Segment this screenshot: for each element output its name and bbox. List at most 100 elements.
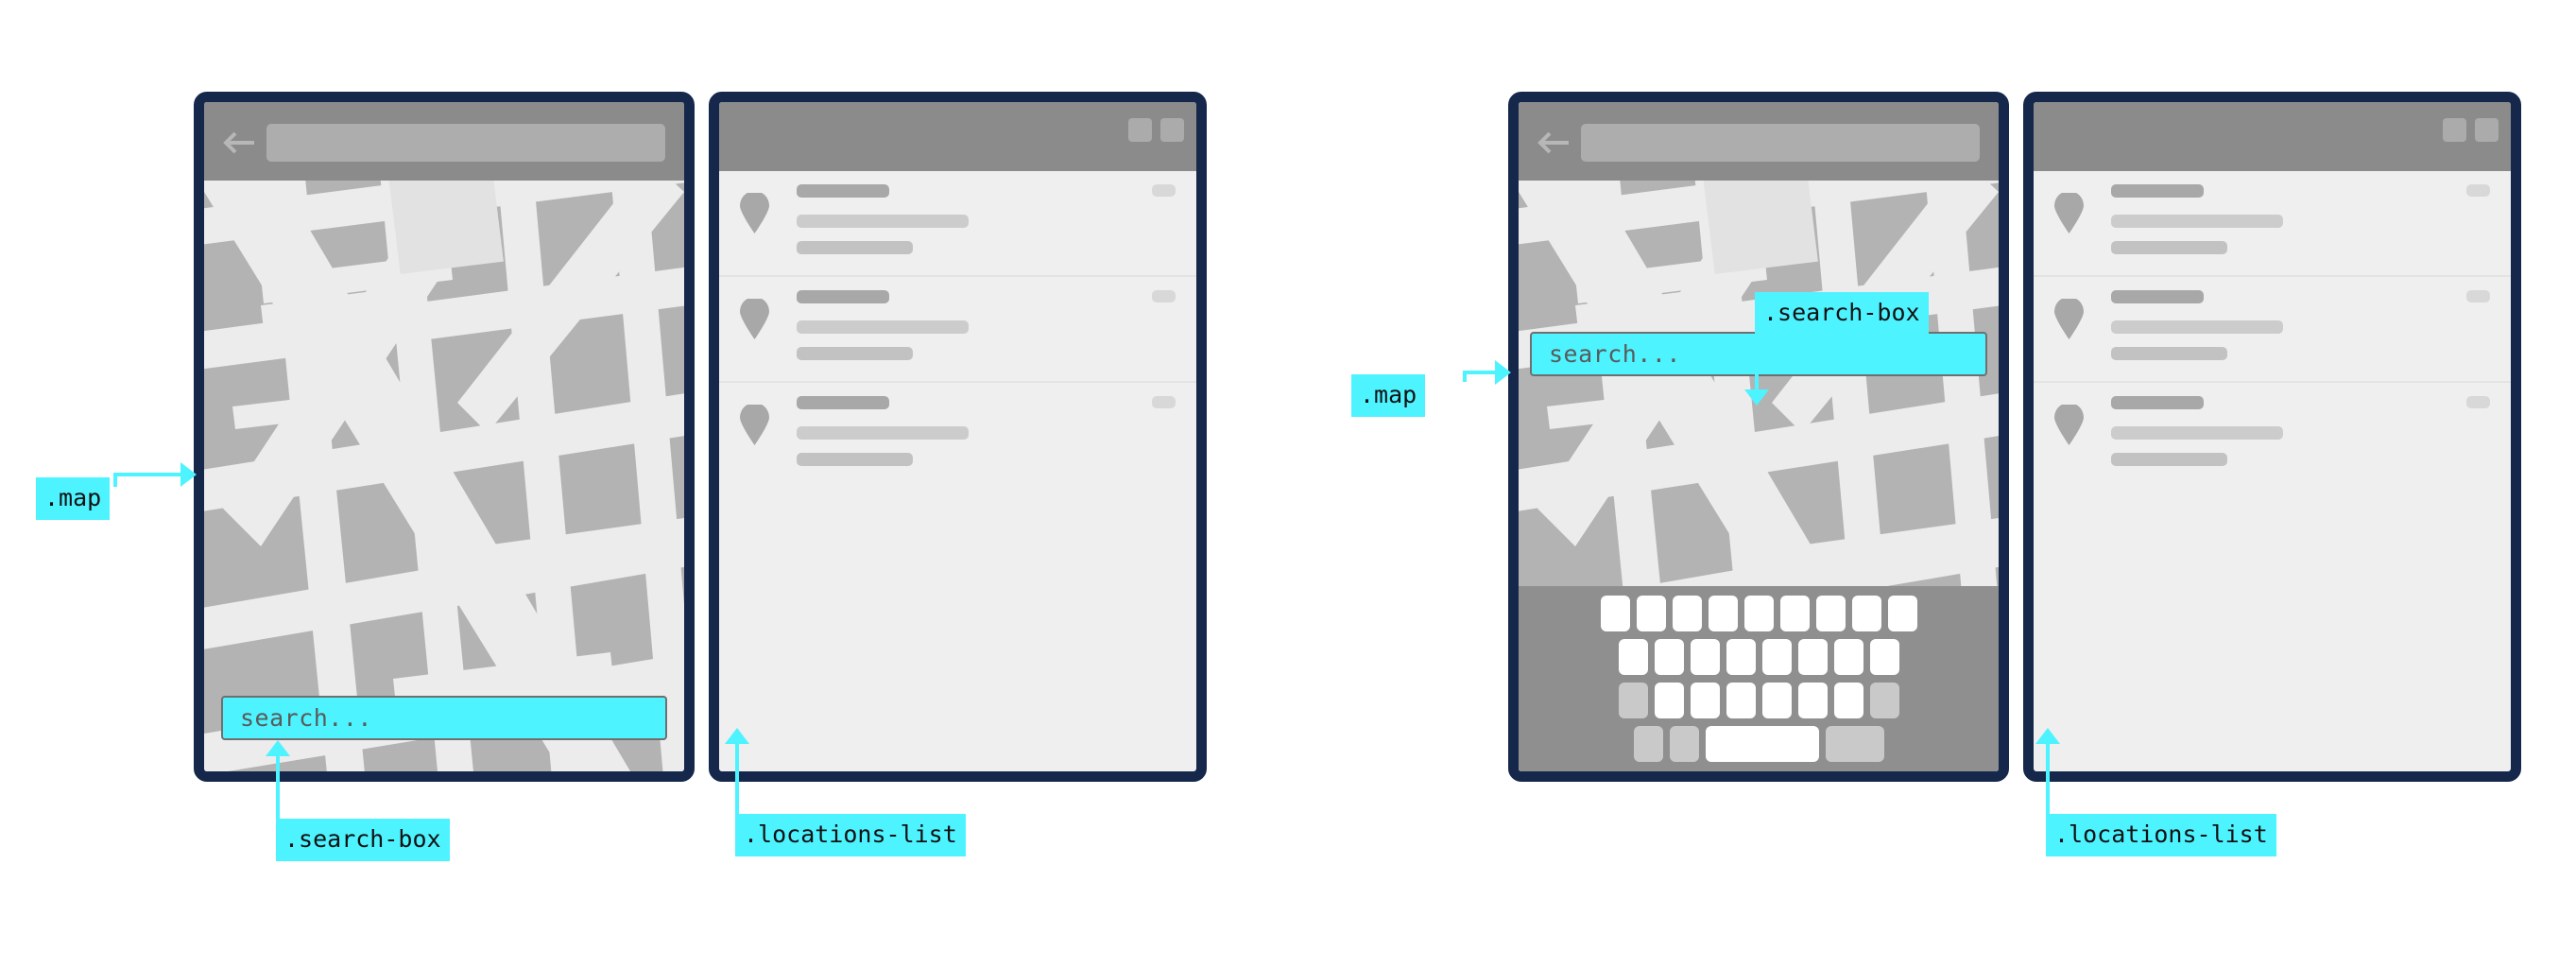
status-badge xyxy=(2466,184,2490,197)
key[interactable] xyxy=(1869,639,1899,675)
item-line-1-bar xyxy=(2111,215,2283,228)
shift-key[interactable] xyxy=(1618,683,1648,718)
annotation-search-box-left: .search-box xyxy=(276,819,450,861)
key[interactable] xyxy=(1618,639,1648,675)
enter-key[interactable] xyxy=(1825,726,1884,762)
key[interactable] xyxy=(1833,639,1863,675)
key[interactable] xyxy=(1815,596,1846,631)
key[interactable] xyxy=(1672,596,1702,631)
keyboard-row-4 xyxy=(1526,726,1991,762)
key[interactable] xyxy=(1636,596,1666,631)
key[interactable] xyxy=(1779,596,1810,631)
annotation-connector xyxy=(1755,331,1759,391)
header-button-1-icon[interactable] xyxy=(1128,118,1152,142)
list-item[interactable] xyxy=(719,171,1196,277)
keyboard-row-1 xyxy=(1526,596,1991,631)
app-bar-keyboard xyxy=(1519,102,1999,181)
map-pin-icon xyxy=(2054,299,2084,339)
key[interactable] xyxy=(1797,683,1828,718)
keyboard-row-2 xyxy=(1526,639,1991,675)
numeric-key[interactable] xyxy=(1633,726,1663,762)
key[interactable] xyxy=(1797,639,1828,675)
back-arrow-icon[interactable] xyxy=(1537,130,1570,155)
key[interactable] xyxy=(1833,683,1863,718)
key[interactable] xyxy=(1654,639,1684,675)
app-bar-field[interactable] xyxy=(1581,124,1980,162)
key[interactable] xyxy=(1600,596,1630,631)
list-item[interactable] xyxy=(2034,277,2511,383)
key[interactable] xyxy=(1887,596,1917,631)
annotation-arrow-up-icon xyxy=(2035,728,2060,744)
list-header-default xyxy=(719,102,1196,171)
list-header-keyboard xyxy=(2034,102,2511,171)
map-canvas-default[interactable] xyxy=(204,102,684,771)
key[interactable] xyxy=(1690,683,1720,718)
mockup-canvas: search... .map .search-box .locations-li… xyxy=(0,0,2576,968)
key[interactable] xyxy=(1761,683,1792,718)
on-screen-keyboard[interactable] xyxy=(1519,586,1999,771)
header-button-1-icon[interactable] xyxy=(2443,118,2466,142)
space-key[interactable] xyxy=(1705,726,1819,762)
item-line-2-bar xyxy=(2111,241,2227,254)
annotation-search-box-right: .search-box xyxy=(1755,292,1929,335)
status-badge xyxy=(2466,290,2490,302)
item-line-2-bar xyxy=(2111,453,2227,466)
search-input-placeholder: search... xyxy=(240,704,372,732)
item-line-2-bar xyxy=(797,453,913,466)
annotation-arrow-right-icon xyxy=(180,462,197,487)
item-title-bar xyxy=(2111,396,2204,409)
annotation-arrow-up-icon xyxy=(725,728,749,744)
annotation-label: .search-box xyxy=(1763,299,1920,326)
key[interactable] xyxy=(1851,596,1881,631)
search-box[interactable]: search... xyxy=(1530,332,1987,376)
app-bar-field[interactable] xyxy=(266,124,665,162)
key[interactable] xyxy=(1726,683,1756,718)
list-item[interactable] xyxy=(719,277,1196,383)
annotation-connector xyxy=(276,754,280,826)
annotation-arrow-right-icon xyxy=(1495,360,1511,385)
locations-list[interactable] xyxy=(2034,171,2511,771)
locations-list[interactable] xyxy=(719,171,1196,771)
emoji-key[interactable] xyxy=(1669,726,1699,762)
annotation-arrow-down-icon xyxy=(1744,389,1769,406)
app-bar-default xyxy=(204,102,684,181)
backspace-key[interactable] xyxy=(1869,683,1899,718)
key[interactable] xyxy=(1654,683,1684,718)
header-button-2-icon[interactable] xyxy=(1160,118,1184,142)
item-title-bar xyxy=(797,396,889,409)
item-line-2-bar xyxy=(797,241,913,254)
annotation-connector xyxy=(1463,371,1497,374)
key[interactable] xyxy=(1708,596,1738,631)
phone-locations-list-default xyxy=(709,92,1207,782)
list-item[interactable] xyxy=(2034,171,2511,277)
back-arrow-icon[interactable] xyxy=(223,130,255,155)
key[interactable] xyxy=(1743,596,1774,631)
map-pin-icon xyxy=(740,299,769,339)
key[interactable] xyxy=(1690,639,1720,675)
list-item[interactable] xyxy=(719,383,1196,489)
item-title-bar xyxy=(797,290,889,303)
annotation-connector xyxy=(113,473,182,476)
search-box[interactable]: search... xyxy=(221,696,667,740)
item-line-2-bar xyxy=(797,347,913,360)
key[interactable] xyxy=(1761,639,1792,675)
item-line-1-bar xyxy=(797,215,969,228)
annotation-label: .search-box xyxy=(284,825,441,853)
annotation-arrow-up-icon xyxy=(266,740,290,756)
keyboard-row-3 xyxy=(1526,683,1991,718)
item-line-1-bar xyxy=(2111,426,2283,440)
header-button-2-icon[interactable] xyxy=(2475,118,2499,142)
map-pin-icon xyxy=(740,405,769,445)
phone-map-keyboard: search... xyxy=(1508,92,2009,782)
status-badge xyxy=(2466,396,2490,408)
list-item[interactable] xyxy=(2034,383,2511,489)
item-line-1-bar xyxy=(797,426,969,440)
key[interactable] xyxy=(1726,639,1756,675)
item-line-2-bar xyxy=(2111,347,2227,360)
item-title-bar xyxy=(2111,184,2204,198)
annotation-locations-list-right: .locations-list xyxy=(2046,814,2276,856)
status-badge xyxy=(1152,396,1176,408)
annotation-map-left: .map xyxy=(36,477,111,520)
annotation-label: .locations-list xyxy=(744,821,957,848)
annotation-map-right: .map xyxy=(1351,374,1426,417)
